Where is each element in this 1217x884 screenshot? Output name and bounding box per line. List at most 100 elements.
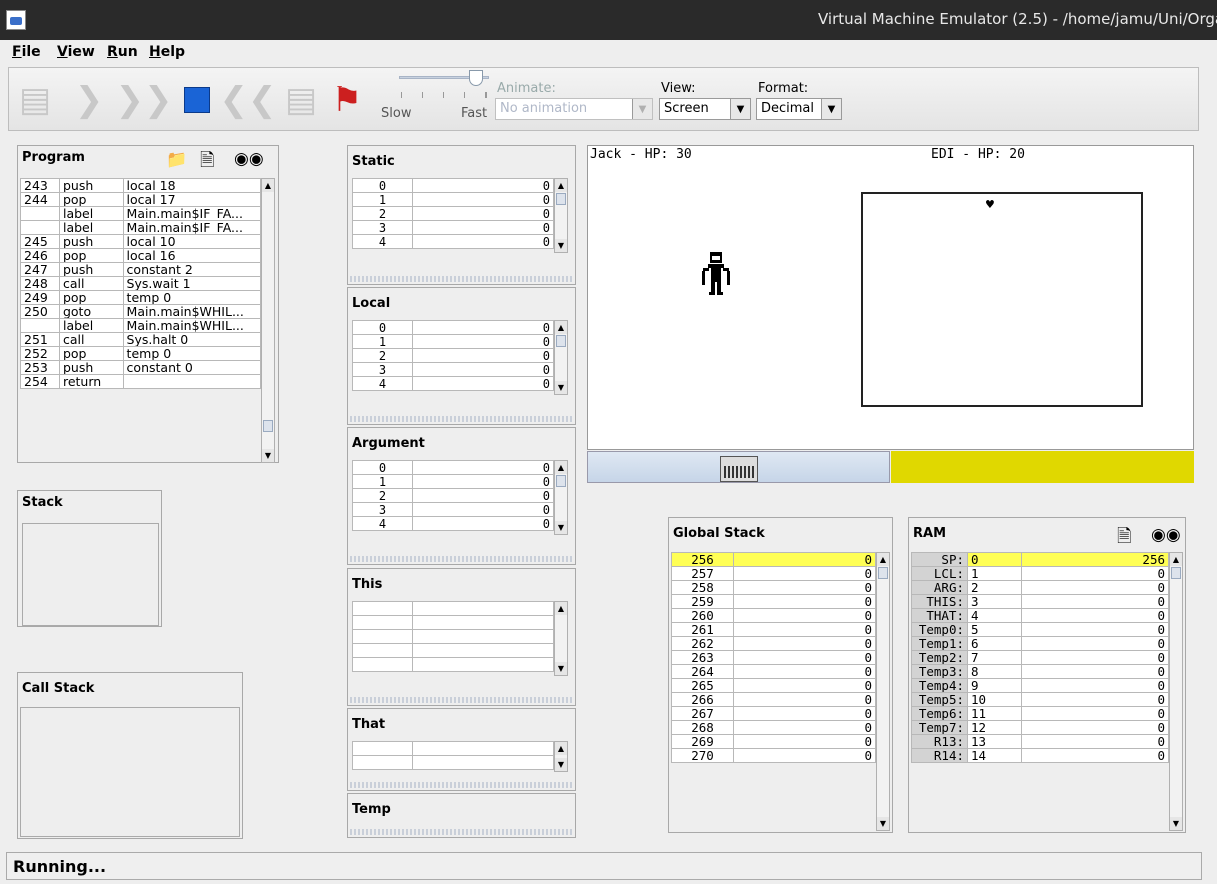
ram-row[interactable]: SP: 0 256 (911, 552, 1169, 567)
format-select[interactable]: Decimal ▼ (756, 98, 842, 120)
segment-row[interactable]: 00 (352, 320, 554, 335)
menu-help[interactable]: Help (149, 44, 185, 60)
splitter-handle[interactable] (350, 782, 572, 788)
segment-row[interactable]: 00 (352, 460, 554, 475)
new-file-icon[interactable]: 🗎 (200, 148, 214, 178)
scroll-thumb[interactable] (556, 193, 566, 205)
global-stack-table[interactable]: 256 0 257 0 258 0 259 0 260 0 261 0 262 0 263 0 264 0 265 0… (671, 552, 876, 763)
ram-row[interactable]: Temp3: 8 0 (911, 664, 1169, 679)
global-stack-row[interactable]: 267 0 (671, 706, 876, 721)
program-row[interactable]: 250 goto Main.main$WHIL... (20, 304, 262, 319)
local-segment-scrollbar[interactable]: ▲ ▼ (554, 320, 568, 395)
global-stack-row[interactable]: 270 0 (671, 748, 876, 763)
stack-list[interactable] (22, 523, 159, 626)
scroll-thumb[interactable] (556, 335, 566, 347)
ram-row[interactable]: R13: 13 0 (911, 734, 1169, 749)
global-stack-row[interactable]: 265 0 (671, 678, 876, 693)
scroll-up-arrow[interactable]: ▲ (555, 461, 567, 474)
script-icon[interactable]: ▤ (281, 80, 321, 120)
this-segment-table[interactable] (352, 601, 554, 672)
scroll-down-arrow[interactable]: ▼ (555, 521, 567, 534)
scroll-up-arrow[interactable]: ▲ (555, 321, 567, 334)
scroll-down-arrow[interactable]: ▼ (1170, 817, 1182, 830)
global-stack-row[interactable]: 257 0 (671, 566, 876, 581)
scroll-up-arrow[interactable]: ▲ (555, 602, 567, 615)
program-row[interactable]: 251 call Sys.halt 0 (20, 332, 262, 347)
segment-row[interactable]: 40 (352, 376, 554, 391)
scroll-down-arrow[interactable]: ▼ (877, 817, 889, 830)
that-segment-table[interactable] (352, 741, 554, 770)
program-row[interactable]: 253 push constant 0 (20, 360, 262, 375)
scroll-up-arrow[interactable]: ▲ (555, 179, 567, 192)
scroll-thumb[interactable] (556, 475, 566, 487)
segment-row[interactable] (352, 657, 554, 672)
call-stack-list[interactable] (20, 707, 240, 837)
global-stack-row[interactable]: 259 0 (671, 594, 876, 609)
segment-row[interactable] (352, 741, 554, 756)
ram-row[interactable]: Temp5: 10 0 (911, 692, 1169, 707)
scroll-down-arrow[interactable]: ▼ (555, 381, 567, 394)
ram-row[interactable]: LCL: 1 0 (911, 566, 1169, 581)
scroll-down-arrow[interactable]: ▼ (555, 758, 567, 772)
segment-row[interactable]: 40 (352, 234, 554, 249)
segment-row[interactable] (352, 601, 554, 616)
binoculars-icon[interactable]: ◉◉ (1151, 525, 1181, 545)
program-row[interactable]: 248 call Sys.wait 1 (20, 276, 262, 291)
splitter-handle[interactable] (350, 276, 572, 282)
view-select[interactable]: Screen ▼ (659, 98, 751, 120)
global-stack-row[interactable]: 264 0 (671, 664, 876, 679)
segment-row[interactable]: 00 (352, 178, 554, 193)
segment-row[interactable] (352, 615, 554, 630)
segment-row[interactable] (352, 643, 554, 658)
segment-row[interactable]: 20 (352, 488, 554, 503)
segment-row[interactable] (352, 629, 554, 644)
scroll-down-arrow[interactable]: ▼ (262, 449, 274, 462)
menu-file[interactable]: File (12, 44, 41, 60)
ram-row[interactable]: THIS: 3 0 (911, 594, 1169, 609)
that-segment-scrollbar[interactable]: ▲ ▼ (554, 741, 568, 773)
global-stack-row[interactable]: 261 0 (671, 622, 876, 637)
local-segment-table[interactable]: 0010203040 (352, 320, 554, 391)
splitter-handle[interactable] (350, 556, 572, 562)
argument-segment-table[interactable]: 0010203040 (352, 460, 554, 531)
ram-row[interactable]: Temp0: 5 0 (911, 622, 1169, 637)
splitter-handle[interactable] (350, 697, 572, 703)
scroll-up-arrow[interactable]: ▲ (555, 742, 567, 755)
segment-row[interactable]: 30 (352, 362, 554, 377)
ram-row[interactable]: ARG: 2 0 (911, 580, 1169, 595)
program-row[interactable]: label Main.main$IF_FA... (20, 206, 262, 221)
global-stack-row[interactable]: 263 0 (671, 650, 876, 665)
program-row[interactable]: 246 pop local 16 (20, 248, 262, 263)
program-row[interactable]: label Main.main$IF_FA... (20, 220, 262, 235)
segment-row[interactable]: 10 (352, 474, 554, 489)
global-stack-row[interactable]: 266 0 (671, 692, 876, 707)
program-row[interactable]: 254 return (20, 374, 262, 389)
segment-row[interactable]: 10 (352, 334, 554, 349)
this-segment-scrollbar[interactable]: ▲ ▼ (554, 601, 568, 676)
scroll-up-arrow[interactable]: ▲ (262, 179, 274, 192)
scroll-down-arrow[interactable]: ▼ (555, 662, 567, 675)
global-stack-row[interactable]: 256 0 (671, 552, 876, 567)
global-stack-row[interactable]: 260 0 (671, 608, 876, 623)
global-stack-scrollbar[interactable]: ▲ ▼ (876, 552, 890, 831)
segment-row[interactable]: 30 (352, 220, 554, 235)
splitter-handle[interactable] (350, 829, 572, 835)
scroll-thumb[interactable] (1171, 567, 1181, 579)
scroll-up-arrow[interactable]: ▲ (1170, 553, 1182, 566)
program-row[interactable]: 245 push local 10 (20, 234, 262, 249)
static-segment-table[interactable]: 0010203040 (352, 178, 554, 249)
global-stack-row[interactable]: 258 0 (671, 580, 876, 595)
run-icon[interactable]: ❯❯ (116, 80, 173, 120)
scroll-thumb[interactable] (878, 567, 888, 579)
splitter-handle[interactable] (350, 416, 572, 422)
binoculars-icon[interactable]: ◉◉ (234, 149, 264, 169)
menu-view[interactable]: View (57, 44, 95, 60)
program-table[interactable]: 243 push local 18 244 pop local 17 label Main.m… (20, 178, 262, 389)
ram-row[interactable]: Temp1: 6 0 (911, 636, 1169, 651)
stop-icon[interactable] (177, 80, 217, 120)
segment-row[interactable]: 20 (352, 206, 554, 221)
scroll-up-arrow[interactable]: ▲ (877, 553, 889, 566)
ram-row[interactable]: Temp6: 11 0 (911, 706, 1169, 721)
ram-scrollbar[interactable]: ▲ ▼ (1169, 552, 1183, 831)
new-file-icon[interactable]: 🗎 (1117, 524, 1131, 554)
